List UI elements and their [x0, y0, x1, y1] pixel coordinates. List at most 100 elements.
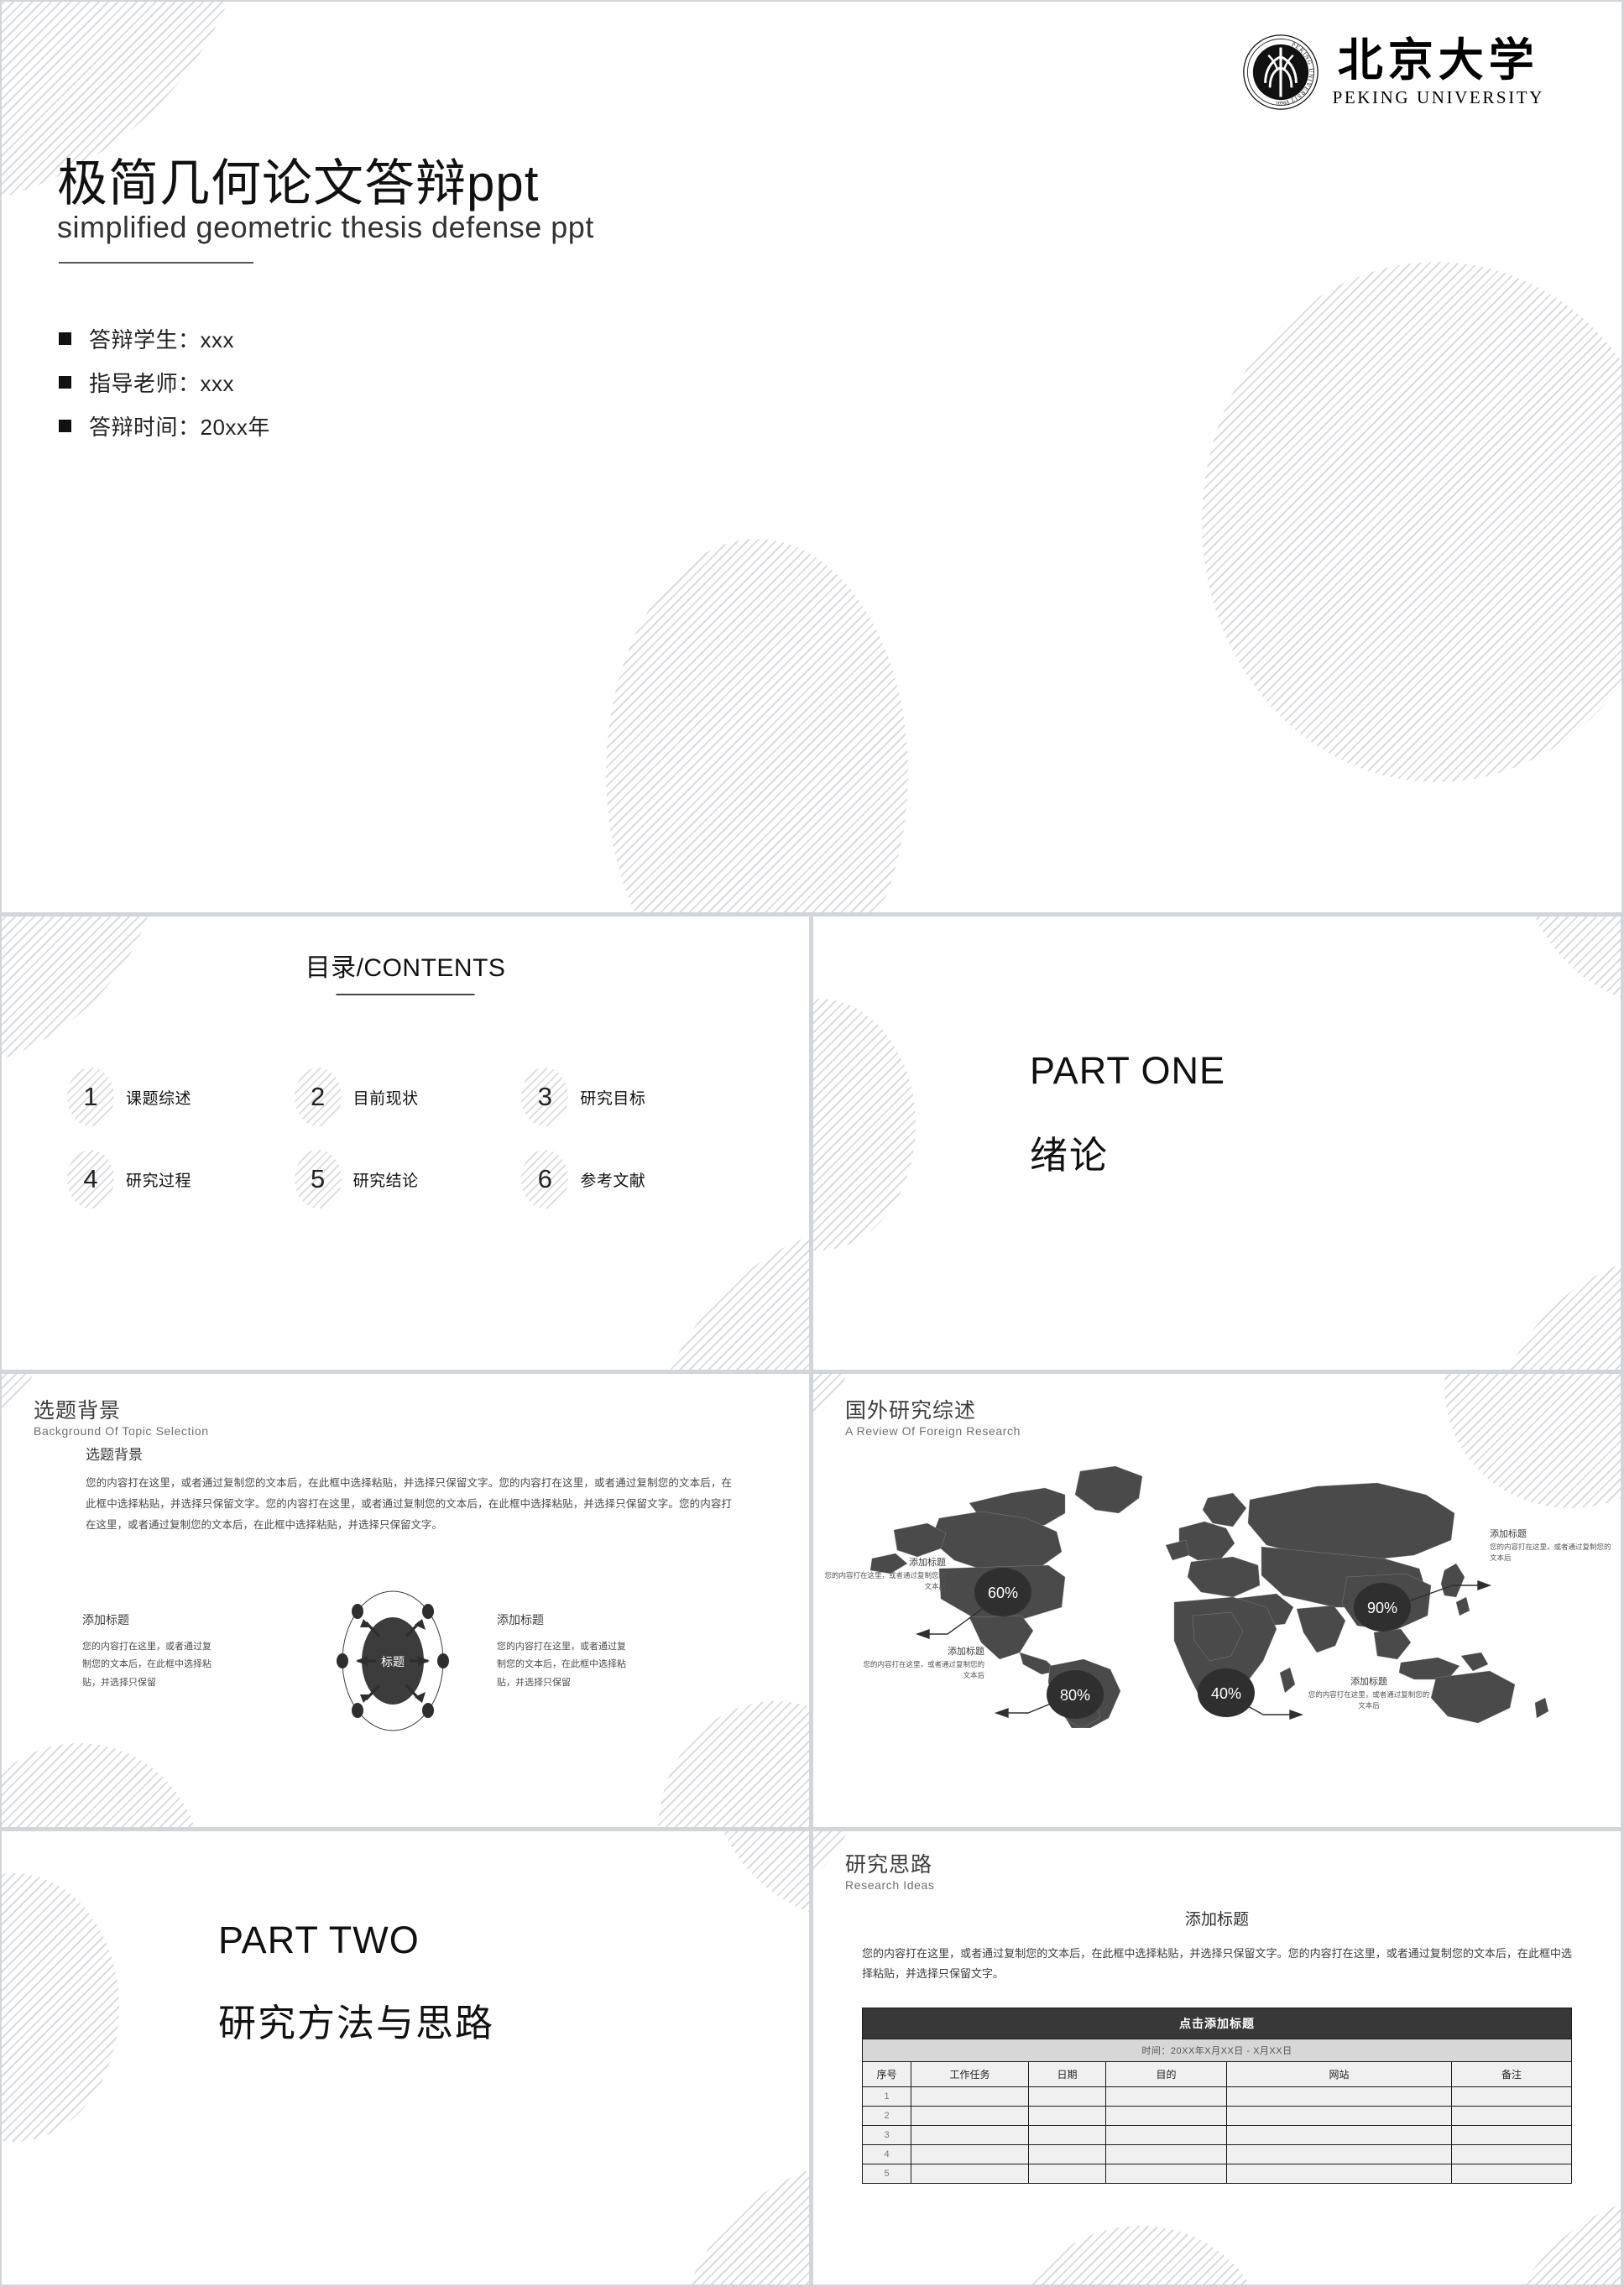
- column-header-note: 备注: [1451, 2061, 1572, 2087]
- part-two-label-cn: 研究方法与思路: [218, 2002, 495, 2044]
- cell-purpose[interactable]: [1105, 2144, 1227, 2164]
- map-marker-value-north-america: 60%: [988, 1585, 1018, 1601]
- table-row[interactable]: 2: [862, 2106, 1572, 2126]
- cell-site[interactable]: [1226, 2144, 1452, 2164]
- square-bullet-icon: [59, 375, 71, 389]
- cover-title: 极简几何论文答辩ppt: [57, 155, 540, 211]
- cell-note[interactable]: [1451, 2086, 1572, 2107]
- slide-part-two[interactable]: PART TWO 研究方法与思路: [2, 1831, 809, 2284]
- wordmark-chinese: 北京大学: [1337, 32, 1539, 86]
- column-header-site: 网站: [1226, 2061, 1452, 2087]
- cell-purpose[interactable]: [1105, 2164, 1227, 2184]
- topic-background-body: 您的内容打在这里，或者通过复制您的文本后，在此框中选择粘贴，并选择只保留文字。您…: [86, 1477, 732, 1531]
- contents-item-5[interactable]: 5 研究结论: [294, 1150, 522, 1209]
- table-time-row: 时间：20XX年X月XX日 - X月XX日: [862, 2039, 1572, 2062]
- cell-site[interactable]: [1226, 2086, 1452, 2107]
- decor-stripe-bottom-center: [1015, 2226, 1266, 2284]
- slide-cover[interactable]: PEKING UNIVERSITY 1898 北京大学 PEKING UNIVE…: [2, 2, 1621, 912]
- cell-task[interactable]: [911, 2125, 1029, 2145]
- contents-item-6[interactable]: 6 参考文献: [521, 1150, 749, 1209]
- cell-task[interactable]: [911, 2086, 1029, 2107]
- svg-text:标题: 标题: [381, 1655, 405, 1668]
- part-two-label-en: PART TWO: [218, 1919, 420, 1961]
- cell-task[interactable]: [911, 2164, 1029, 2184]
- contents-item-3[interactable]: 3 研究目标: [521, 1068, 749, 1126]
- cell-purpose[interactable]: [1105, 2106, 1227, 2126]
- cell-site[interactable]: [1226, 2164, 1452, 2184]
- university-logo: PEKING UNIVERSITY 1898 北京大学 PEKING UNIVE…: [1242, 34, 1544, 111]
- topic-background-header-cn: 选题背景: [34, 1399, 122, 1423]
- cell-note[interactable]: [1451, 2106, 1572, 2126]
- decor-stripe-left: [2, 1873, 119, 2142]
- topic-right-block-title: 添加标题: [497, 1613, 544, 1626]
- table-row[interactable]: 5: [862, 2164, 1572, 2184]
- contents-number-badge: 6: [521, 1150, 569, 1209]
- cover-meta-student: 答辩学生：xxx: [89, 326, 235, 352]
- research-ideas-header-en: Research Ideas: [845, 1878, 935, 1892]
- cover-meta-date: 答辩时间：20xx年: [89, 414, 270, 440]
- cell-purpose[interactable]: [1105, 2125, 1227, 2145]
- cell-date[interactable]: [1028, 2125, 1106, 2145]
- contents-item-4[interactable]: 4 研究过程: [67, 1150, 295, 1209]
- hub-spoke-diagram: 标题: [337, 1590, 449, 1731]
- research-ideas-section-title: 添加标题: [1184, 1911, 1249, 1929]
- research-ideas-header-cn: 研究思路: [845, 1853, 933, 1877]
- map-annotation-asia: 添加标题 您的内容打在这里，或者通过复制您的文本后: [1490, 1527, 1614, 1564]
- cell-no: 1: [862, 2086, 911, 2107]
- cell-note[interactable]: [1451, 2125, 1572, 2145]
- cell-no: 3: [862, 2125, 911, 2145]
- cover-meta-advisor: 指导老师：xxx: [89, 370, 235, 396]
- cell-site[interactable]: [1226, 2125, 1452, 2145]
- cell-task[interactable]: [911, 2144, 1029, 2164]
- contents-item-1[interactable]: 1 课题综述: [67, 1068, 295, 1126]
- cell-no: 2: [862, 2106, 911, 2126]
- cell-date[interactable]: [1028, 2106, 1106, 2126]
- list-item: 指导老师：xxx: [59, 361, 270, 403]
- contents-item-2[interactable]: 2 目前现状: [294, 1068, 522, 1126]
- table-row[interactable]: 4: [862, 2144, 1572, 2164]
- table-row[interactable]: 3: [862, 2125, 1572, 2145]
- cell-date[interactable]: [1028, 2086, 1106, 2107]
- contents-number-badge: 5: [294, 1150, 342, 1209]
- cell-date[interactable]: [1028, 2144, 1106, 2164]
- contents-title: 目录/CONTENTS: [305, 954, 506, 982]
- slide-topic-background[interactable]: 选题背景 Background Of Topic Selection 选题背景 …: [2, 1374, 809, 1827]
- table-row[interactable]: 1: [862, 2086, 1572, 2107]
- contents-item-label: 研究结论: [352, 1172, 419, 1190]
- map-annotation-body: 您的内容打在这里，或者通过复制您的文本后: [1308, 1690, 1430, 1710]
- part-one-label-cn: 绪论: [1030, 1134, 1110, 1177]
- map-annotation-africa: 添加标题 您的内容打在这里，或者通过复制您的文本后: [1307, 1674, 1431, 1711]
- cell-purpose[interactable]: [1105, 2086, 1227, 2107]
- decor-stripe-bottom-right: [658, 1701, 809, 1827]
- slide-foreign-research[interactable]: 国外研究综述 A Review Of Foreign Research 60% …: [813, 1374, 1621, 1827]
- slide-contents[interactable]: 目录/CONTENTS 1 课题综述 2 目前现状 3 研究目标 4 研究过程: [2, 916, 809, 1370]
- contents-divider-rule: [336, 994, 475, 995]
- cell-no: 4: [862, 2144, 911, 2164]
- cover-subtitle: simplified geometric thesis defense ppt: [57, 210, 594, 244]
- decor-stripe-left: [813, 999, 916, 1251]
- cell-date[interactable]: [1028, 2164, 1106, 2184]
- map-annotation-north-america: 添加标题 您的内容打在这里，或者通过复制您的文本后: [822, 1555, 946, 1592]
- square-bullet-icon: [59, 419, 71, 432]
- table-header-row: 序号 工作任务 日期 目的 网站 备注: [862, 2061, 1572, 2087]
- column-header-task: 工作任务: [911, 2061, 1029, 2087]
- research-plan-table[interactable]: 点击添加标题 时间：20XX年X月XX日 - X月XX日 序号 工作任务 日期 …: [862, 2008, 1572, 2184]
- cell-note[interactable]: [1451, 2164, 1572, 2184]
- contents-item-label: 参考文献: [580, 1172, 646, 1190]
- cell-note[interactable]: [1451, 2144, 1572, 2164]
- contents-number-badge: 2: [294, 1068, 342, 1126]
- contents-number-badge: 4: [67, 1150, 114, 1209]
- cell-task[interactable]: [911, 2106, 1029, 2126]
- cell-site[interactable]: [1226, 2106, 1452, 2126]
- list-item: 答辩时间：20xx年: [59, 405, 270, 446]
- topic-background-section-title: 选题背景: [86, 1447, 143, 1463]
- decor-stripe-bottom-center: [606, 539, 908, 912]
- slide-research-ideas[interactable]: 研究思路 Research Ideas 添加标题 您的内容打在这里，或者通过复制…: [813, 1831, 1621, 2284]
- topic-right-block-body: 您的内容打在这里，或者通过复制您的文本后，在此框中选择粘贴，并选择只保留: [497, 1642, 626, 1688]
- contents-number-badge: 1: [67, 1068, 114, 1126]
- slide-part-one[interactable]: PART ONE 绪论: [813, 916, 1621, 1370]
- square-bullet-icon: [59, 332, 71, 345]
- table-title: 点击添加标题: [862, 2008, 1572, 2039]
- map-marker-value-south-america: 80%: [1060, 1687, 1090, 1704]
- contents-item-label: 课题综述: [126, 1089, 192, 1108]
